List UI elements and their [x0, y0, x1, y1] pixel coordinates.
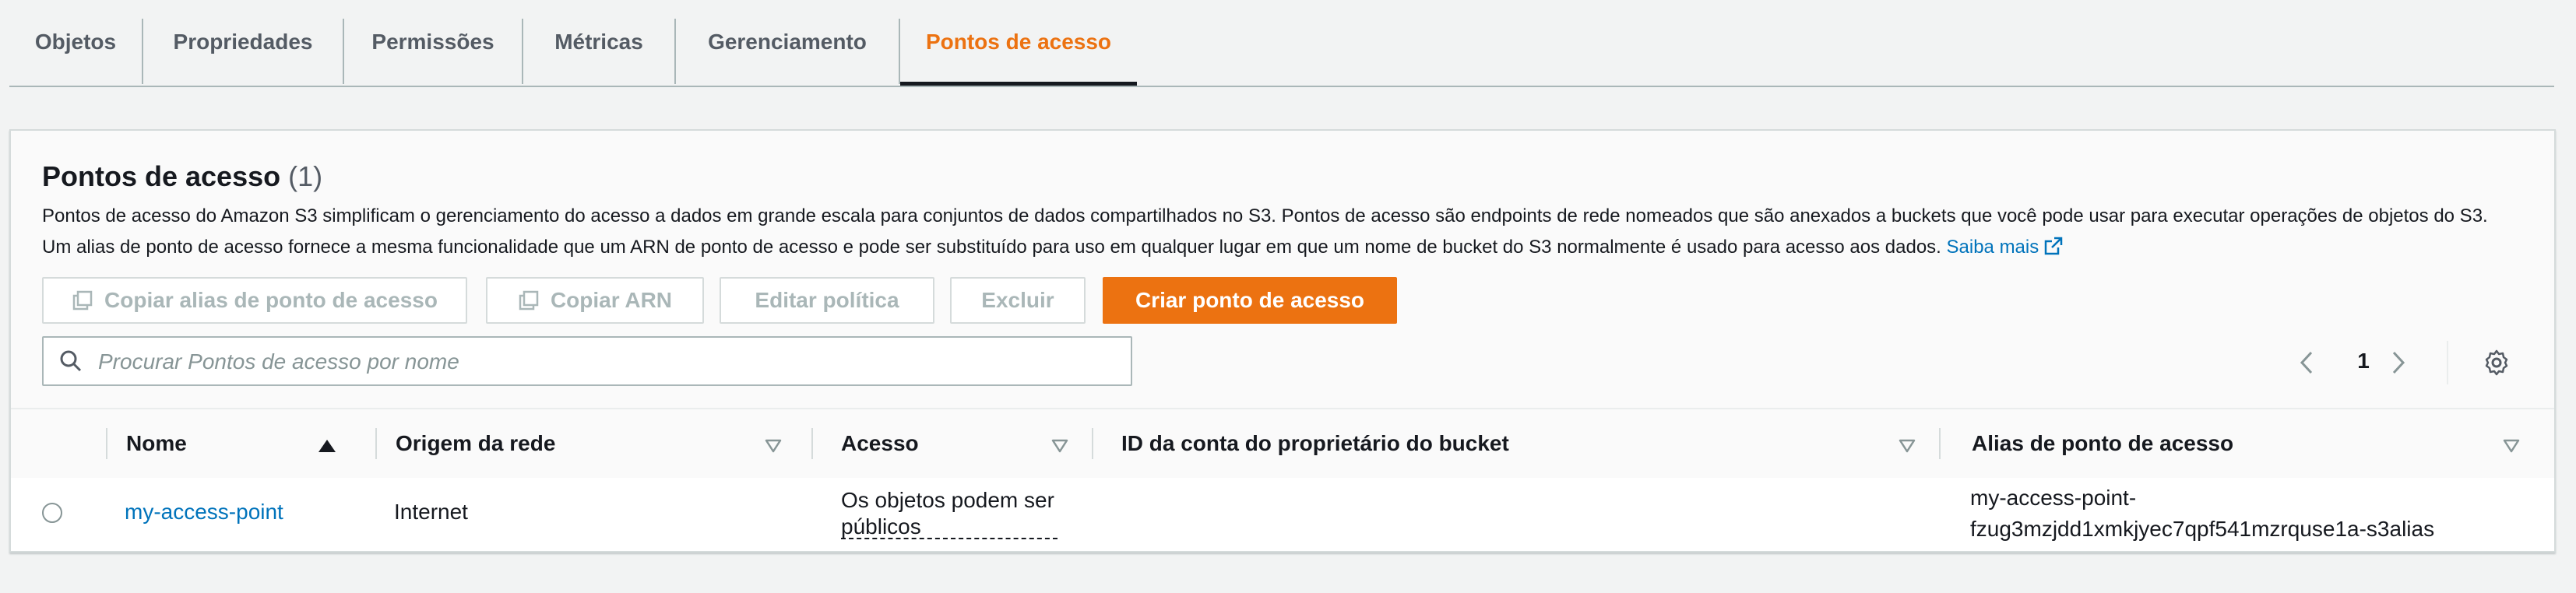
alias-text: my-access-point-	[1970, 486, 2137, 510]
tab-label: Gerenciamento	[708, 30, 867, 54]
search-icon	[59, 349, 83, 377]
pagination-divider	[2447, 341, 2448, 384]
access-text: Os objetos podem ser	[841, 488, 1054, 512]
title-text: Pontos de acesso	[42, 160, 281, 192]
description-text: Um alias de ponto de acesso fornece a me…	[42, 237, 1941, 258]
access-cell[interactable]: Os objetos podem ser públicos	[841, 487, 1057, 540]
tab-objects[interactable]: Objetos	[9, 0, 142, 84]
table-header: Nome Origem da rede Acesso ID da conta d…	[11, 409, 2554, 479]
column-header-alias[interactable]: Alias de ponto de acesso	[1972, 409, 2233, 478]
table-row[interactable]: my-access-point Internet Os objetos pode…	[11, 478, 2554, 551]
sort-icon[interactable]	[2503, 439, 2520, 457]
column-label: Origem da rede	[396, 431, 556, 455]
section-description: Pontos de acesso do Amazon S3 simplifica…	[42, 201, 2534, 266]
create-access-point-button[interactable]: Criar ponto de acesso	[1103, 277, 1397, 324]
network-origin-cell: Internet	[394, 500, 468, 524]
access-point-name-link[interactable]: my-access-point	[125, 500, 283, 525]
column-divider	[1939, 428, 1941, 459]
column-header-access[interactable]: Acesso	[841, 409, 919, 478]
panel-header: Pontos de acesso (1) Pontos de acesso do …	[11, 131, 2554, 409]
column-header-network-origin[interactable]: Origem da rede	[396, 409, 555, 478]
button-label: Copiar alias de ponto de acesso	[104, 288, 438, 312]
tab-permissions[interactable]: Permissões	[344, 0, 522, 84]
learn-more-link[interactable]: Saiba mais	[1947, 237, 2064, 258]
tab-label: Métricas	[554, 30, 643, 54]
tab-metrics[interactable]: Métricas	[523, 0, 674, 84]
column-label: ID da conta do proprietário do bucket	[1121, 431, 1509, 455]
column-header-name[interactable]: Nome	[126, 409, 187, 478]
column-header-owner-account-id[interactable]: ID da conta do proprietário do bucket	[1121, 409, 1509, 478]
copy-icon	[72, 289, 93, 311]
page-title: Pontos de acesso (1)	[42, 160, 322, 193]
page-number[interactable]: 1	[2352, 349, 2375, 374]
sort-icon[interactable]	[1051, 439, 1068, 457]
row-select-radio[interactable]	[42, 503, 62, 523]
search-field[interactable]	[42, 336, 1132, 386]
alias-text: fzug3mzjdd1xmkjyec7qpf541mzrquse1a-s3ali…	[1970, 517, 2435, 541]
chevron-right-icon[interactable]	[2389, 350, 2408, 379]
column-label: Nome	[126, 431, 187, 455]
tab-label: Pontos de acesso	[925, 30, 1112, 54]
gear-icon[interactable]	[2483, 349, 2511, 381]
chevron-left-icon[interactable]	[2297, 350, 2316, 379]
external-link-icon	[2043, 235, 2064, 266]
tab-access-points[interactable]: Pontos de acesso	[900, 0, 1137, 86]
column-divider	[375, 428, 377, 459]
tab-bar: Objetos Propriedades Permissões Métricas…	[9, 0, 2554, 87]
tab-properties[interactable]: Propriedades	[143, 0, 343, 84]
column-divider	[1092, 428, 1093, 459]
delete-button[interactable]: Excluir	[950, 277, 1086, 324]
sort-icon[interactable]	[1899, 439, 1916, 457]
access-text: públicos	[841, 516, 1057, 539]
button-label: Criar ponto de acesso	[1135, 288, 1365, 312]
edit-policy-button[interactable]: Editar política	[720, 277, 934, 324]
title-count: (1)	[288, 160, 323, 192]
learn-more-label: Saiba mais	[1946, 237, 2039, 258]
copy-alias-button[interactable]: Copiar alias de ponto de acesso	[42, 277, 467, 324]
tab-label: Permissões	[371, 30, 494, 54]
tab-label: Objetos	[34, 30, 117, 54]
sort-icon[interactable]	[765, 439, 782, 457]
search-input[interactable]	[97, 346, 1112, 378]
copy-arn-button[interactable]: Copiar ARN	[486, 277, 704, 324]
access-points-panel: Pontos de acesso (1) Pontos de acesso do …	[9, 129, 2556, 553]
column-label: Acesso	[841, 431, 919, 455]
description-line: Um alias de ponto de acesso fornece a me…	[42, 232, 2534, 266]
description-line: Pontos de acesso do Amazon S3 simplifica…	[42, 205, 2488, 226]
alias-cell: my-access-point- fzug3mzjdd1xmkjyec7qpf5…	[1970, 482, 2434, 545]
copy-icon	[518, 289, 540, 311]
tab-management[interactable]: Gerenciamento	[676, 0, 899, 84]
column-divider	[811, 428, 813, 459]
column-label: Alias de ponto de acesso	[1972, 431, 2234, 455]
column-divider	[106, 428, 107, 459]
sort-ascending-icon[interactable]	[318, 439, 336, 457]
tab-label: Propriedades	[173, 30, 313, 54]
button-label: Copiar ARN	[550, 288, 673, 312]
button-label: Excluir	[981, 288, 1054, 312]
button-label: Editar política	[755, 288, 899, 312]
